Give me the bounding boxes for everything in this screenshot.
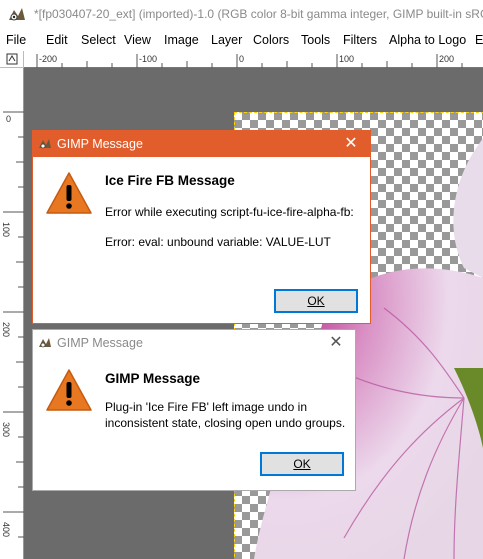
dialog-heading: Ice Fire FB Message <box>105 173 235 188</box>
dialog-titlebar[interactable]: GIMP Message ✕ <box>33 330 355 356</box>
ice-fire-error-dialog: GIMP Message ✕ Ice Fire FB Message Error… <box>32 130 371 324</box>
horizontal-ruler[interactable]: -200 -100 0 100 200 <box>24 51 483 69</box>
menu-bar: File Edit Select View Image Layer Colors… <box>0 30 483 51</box>
menu-tools[interactable]: Tools <box>301 33 330 47</box>
hruler-label: -100 <box>139 54 157 64</box>
ok-button-label: OK <box>293 457 311 471</box>
menu-layer[interactable]: Layer <box>211 33 242 47</box>
menu-colors[interactable]: Colors <box>253 33 289 47</box>
menu-image[interactable]: Image <box>164 33 199 47</box>
warning-icon <box>46 369 92 411</box>
menu-overflow[interactable]: E <box>475 33 483 47</box>
hruler-label: 0 <box>239 54 244 64</box>
vruler-label: 300 <box>1 422 11 437</box>
vertical-ruler-ticks: 0 100 200 300 400 <box>1 111 24 538</box>
close-icon[interactable]: ✕ <box>332 131 370 157</box>
dialog-message: inconsistent state, closing open undo gr… <box>105 416 346 430</box>
dialog-title: GIMP Message <box>57 137 143 151</box>
hruler-label: -200 <box>39 54 57 64</box>
menu-view[interactable]: View <box>124 33 151 47</box>
gimp-message-dialog: GIMP Message ✕ GIMP Message Plug-in 'Ice… <box>32 329 356 491</box>
gimp-icon <box>39 338 51 348</box>
warning-icon <box>46 172 92 214</box>
menu-alpha-to-logo[interactable]: Alpha to Logo <box>389 33 466 47</box>
vruler-label: 100 <box>1 222 11 237</box>
quick-mask-icon <box>6 53 18 65</box>
ok-button-label: OK <box>307 294 325 308</box>
menu-select[interactable]: Select <box>81 33 116 47</box>
dialog-title: GIMP Message <box>57 336 143 350</box>
ruler-corner[interactable] <box>0 51 24 68</box>
gimp-icon <box>39 139 51 149</box>
dialog-body: Ice Fire FB Message Error while executin… <box>33 157 370 323</box>
menu-filters[interactable]: Filters <box>343 33 377 47</box>
window-title: *[fp030407-20_ext] (imported)-1.0 (RGB c… <box>34 7 483 21</box>
close-icon[interactable]: ✕ <box>317 330 355 356</box>
hruler-label: 200 <box>439 54 454 64</box>
vruler-label: 0 <box>6 114 11 124</box>
vertical-ruler[interactable]: 0 100 200 300 400 <box>0 68 24 559</box>
vruler-label: 200 <box>1 322 11 337</box>
dialog-body: GIMP Message Plug-in 'Ice Fire FB' left … <box>33 356 355 490</box>
dialog-heading: GIMP Message <box>105 371 201 386</box>
ok-button[interactable]: OK <box>274 289 358 313</box>
dialog-message: Plug-in 'Ice Fire FB' left image undo in <box>105 400 308 414</box>
horizontal-ruler-ticks: -200 -100 0 100 200 <box>24 54 483 69</box>
dialog-message: Error: eval: unbound variable: VALUE-LUT <box>105 235 331 249</box>
menu-edit[interactable]: Edit <box>46 33 68 47</box>
menu-file[interactable]: File <box>6 33 26 47</box>
gimp-icon <box>9 8 25 21</box>
window-titlebar: *[fp030407-20_ext] (imported)-1.0 (RGB c… <box>0 0 483 30</box>
dialog-message: Error while executing script-fu-ice-fire… <box>105 205 354 219</box>
vruler-label: 400 <box>1 522 11 537</box>
hruler-label: 100 <box>339 54 354 64</box>
ok-button[interactable]: OK <box>260 452 344 476</box>
dialog-titlebar[interactable]: GIMP Message ✕ <box>33 131 370 157</box>
